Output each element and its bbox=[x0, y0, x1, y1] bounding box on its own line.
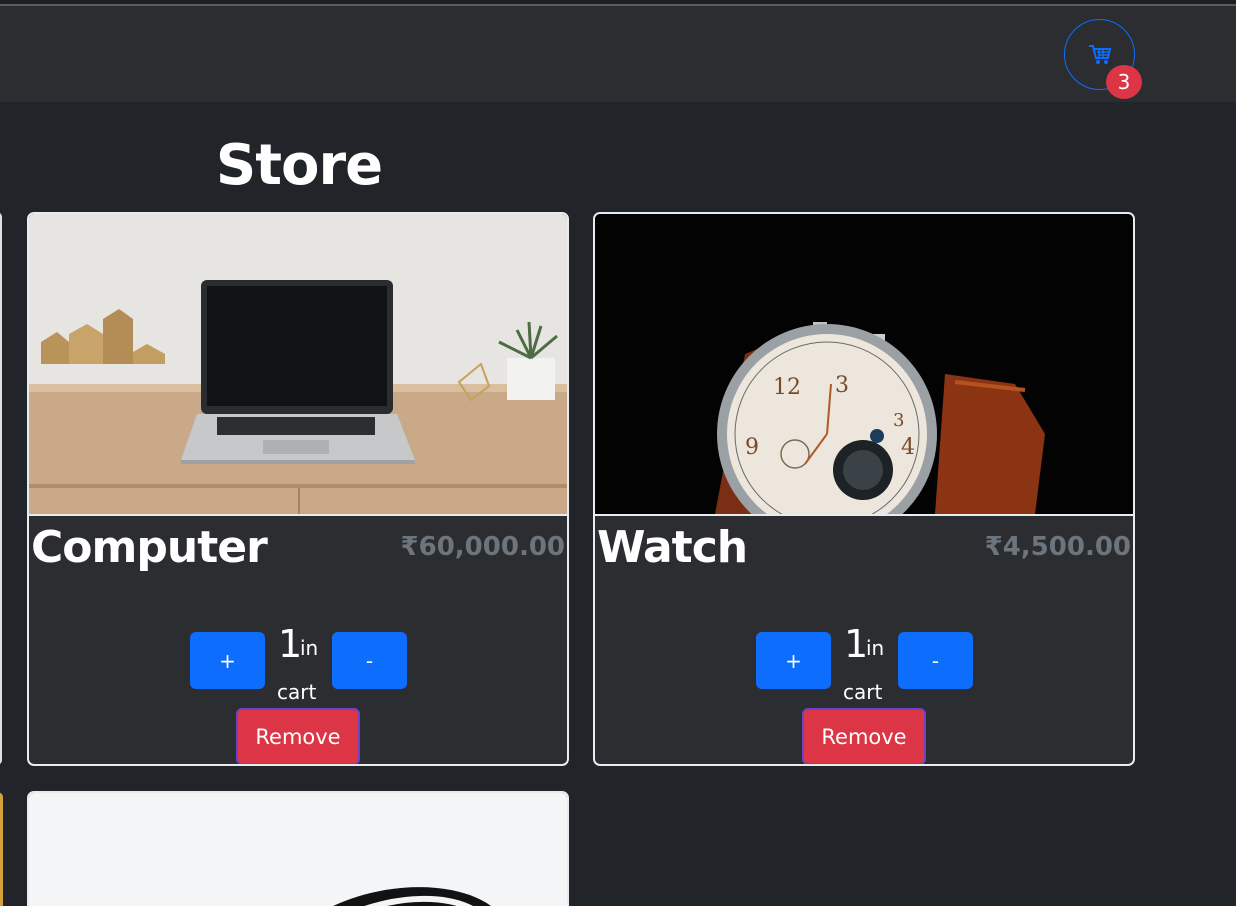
remove-button[interactable]: Remove bbox=[802, 708, 926, 764]
product-card-body: Computer ₹60,000.00 + 1 in cart - Remove bbox=[29, 514, 567, 764]
in-label: in bbox=[866, 636, 885, 660]
page-title: Store bbox=[215, 133, 383, 198]
navbar bbox=[0, 6, 1236, 102]
cart-count-badge: 3 bbox=[1106, 65, 1142, 99]
product-price: ₹4,500.00 bbox=[984, 532, 1131, 562]
decrease-quantity-button[interactable]: - bbox=[332, 632, 407, 689]
increase-quantity-button[interactable]: + bbox=[190, 632, 265, 689]
product-card-watch: 12 3 9 4 3 Watch ₹4,500.00 + 1 in cart -… bbox=[593, 212, 1135, 766]
increase-quantity-button[interactable]: + bbox=[756, 632, 831, 689]
decrease-quantity-button[interactable]: - bbox=[898, 632, 973, 689]
partial-product-card bbox=[0, 212, 2, 765]
product-price: ₹60,000.00 bbox=[400, 532, 565, 562]
svg-text:4: 4 bbox=[901, 435, 915, 460]
svg-text:9: 9 bbox=[745, 435, 759, 460]
product-image-partial bbox=[29, 793, 567, 906]
product-image-watch: 12 3 9 4 3 bbox=[595, 214, 1133, 514]
product-card-partial bbox=[27, 791, 569, 906]
remove-button[interactable]: Remove bbox=[236, 708, 360, 764]
quantity-controls: + 1 in cart - bbox=[595, 618, 1133, 704]
partial-product-card bbox=[0, 792, 3, 906]
quantity-value: 1 bbox=[278, 622, 303, 666]
product-name: Watch bbox=[597, 522, 748, 573]
quantity-controls: + 1 in cart - bbox=[29, 618, 567, 704]
cart-label: cart bbox=[277, 680, 317, 704]
svg-text:12: 12 bbox=[773, 375, 801, 400]
product-image-computer bbox=[29, 214, 567, 514]
svg-text:3: 3 bbox=[835, 373, 849, 398]
product-name: Computer bbox=[31, 522, 268, 573]
cart-icon bbox=[1088, 44, 1111, 64]
product-card-computer: Computer ₹60,000.00 + 1 in cart - Remove bbox=[27, 212, 569, 766]
store-page: 3 Store Computer ₹60,000.00 + 1 in cart … bbox=[0, 0, 1236, 906]
svg-text:3: 3 bbox=[893, 410, 904, 431]
in-label: in bbox=[300, 636, 319, 660]
cart-label: cart bbox=[843, 680, 883, 704]
quantity-value: 1 bbox=[844, 622, 869, 666]
product-card-body: Watch ₹4,500.00 + 1 in cart - Remove bbox=[595, 514, 1133, 764]
